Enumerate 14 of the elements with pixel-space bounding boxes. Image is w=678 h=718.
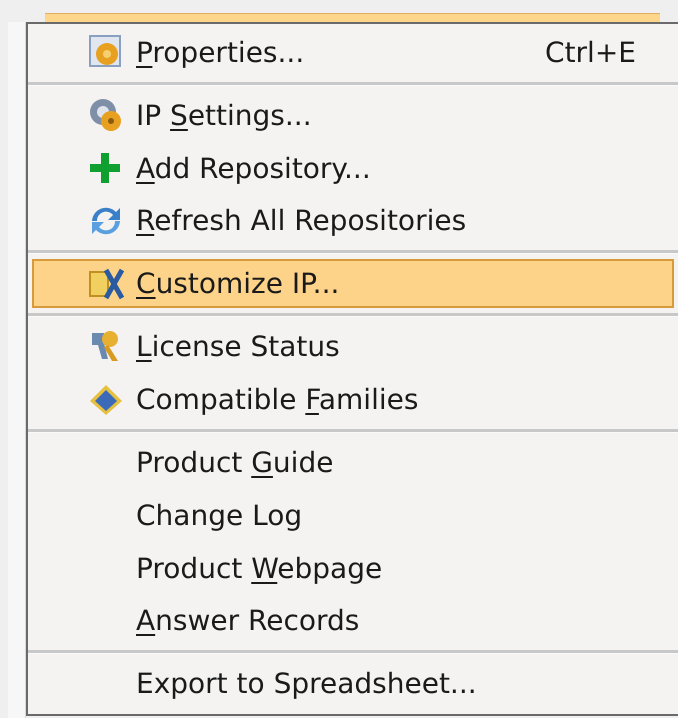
menu-item[interactable]: Refresh All Repositories xyxy=(32,194,674,248)
menu-item[interactable]: IP Settings... xyxy=(32,88,674,142)
plus-icon xyxy=(88,151,122,186)
menu-item[interactable]: Properties... Ctrl+E xyxy=(32,26,674,79)
shortcut-label: Ctrl+E xyxy=(545,36,636,69)
menu-item[interactable]: Compatible Families xyxy=(32,373,674,426)
menu-item[interactable]: Answer Records xyxy=(32,594,674,648)
menu-item[interactable]: Change Log xyxy=(32,488,674,542)
menu-item[interactable]: Export to Spreadsheet... xyxy=(32,657,674,710)
menu-item[interactable]: License Status xyxy=(32,320,674,374)
menu-item[interactable]: Product Guide xyxy=(32,436,674,489)
menu-item[interactable]: Add Repository... xyxy=(32,142,674,195)
menu-item[interactable]: Product Webpage xyxy=(32,542,674,594)
menu-item[interactable]: Customize IP... xyxy=(32,259,674,308)
